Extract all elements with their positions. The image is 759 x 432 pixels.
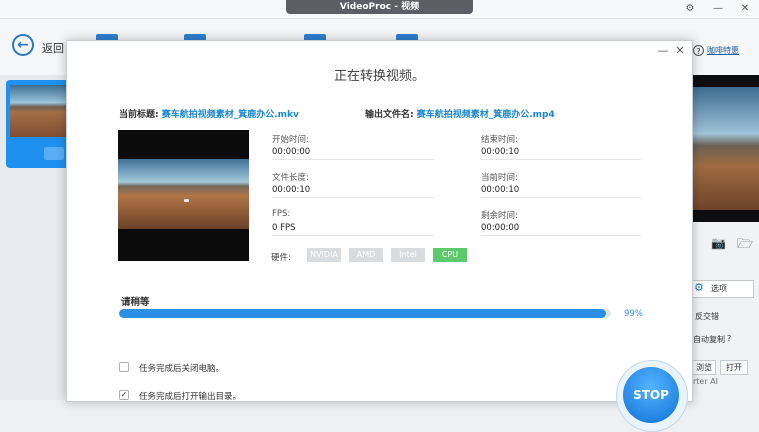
hardware-cpu-chip: CPU [433,248,467,262]
stop-button[interactable]: STOP [623,367,679,423]
progress-fill [119,309,607,318]
shutdown-label[interactable]: 任务完成后关闭电脑。 [139,362,224,374]
output-file-name: 赛车航拍视频素材_箕鹿办公.mp4 [416,110,555,120]
source-file-name: 赛车航拍视频素材_箕鹿办公.mkv [161,110,299,120]
preview-video [692,75,759,222]
dialog-minimize-icon[interactable]: — [657,45,669,57]
remaining-time-label: 剩余时间: [481,211,518,221]
status-text: 请稍等 [121,297,150,308]
remaining-time-value: 00:00:00 [481,223,520,233]
promo-link[interactable]: 咖啡特惠 [707,45,739,56]
auto-copy-help-icon[interactable]: ? [727,334,731,343]
options-gear-icon: ⚙ [694,281,704,294]
file-length-value: 00:00:10 [272,185,311,195]
back-arrow-icon[interactable]: ← [12,34,34,56]
video-list-thumbnail[interactable] [10,85,67,137]
footer-text: rter AI [693,377,719,386]
browse-button[interactable]: 浏览 [692,360,716,375]
dialog-close-icon[interactable]: ✕ [674,45,686,57]
help-question-icon[interactable]: ? [693,45,704,56]
source-title: 当前标题: 赛车航拍视频素材_箕鹿办公.mkv [119,107,299,120]
folder-open-icon[interactable]: 🗁 [737,235,753,257]
video-car [184,199,189,202]
start-time-label: 开始时间: [272,135,309,145]
hardware-label: 硬件: [271,253,291,263]
dialog-title: 正在转换视频。 [333,69,425,84]
progress-percent: 99% [624,309,643,319]
divider [272,197,434,198]
file-length-label: 文件长度: [272,173,309,183]
current-time-value: 00:00:10 [481,185,520,195]
auto-copy-label[interactable]: 自动复制 [693,334,725,345]
progress-bar [119,309,611,318]
minimize-icon[interactable]: — [711,2,725,15]
hardware-amd-chip: AMD [349,248,383,262]
divider [272,159,434,160]
fps-label: FPS: [272,209,291,219]
close-icon[interactable]: ✕ [738,2,752,15]
end-time-value: 00:00:10 [481,147,520,157]
current-time-label: 当前时间: [481,173,518,183]
divider [481,159,641,160]
open-folder-label[interactable]: 任务完成后打开输出目录。 [139,390,241,402]
fps-value: 0 FPS [272,223,296,233]
video-frame [118,159,249,229]
hardware-intel-chip: Intel [391,248,425,262]
open-folder-checkbox[interactable]: ✓ [119,390,129,400]
hardware-nvidia-chip: NVIDIA [307,248,341,262]
back-button[interactable]: 返回 [42,40,64,56]
conversion-dialog: — ✕ 正在转换视频。 当前标题: 赛车航拍视频素材_箕鹿办公.mkv 输出文件… [66,40,693,432]
shutdown-checkbox[interactable] [119,362,129,372]
output-title: 输出文件名: 赛车航拍视频素材_箕鹿办公.mp4 [365,107,555,120]
deinterlace-label[interactable]: 反交错 [695,311,719,322]
settings-gear-icon[interactable]: ⚙ [683,2,697,15]
video-list-item-tag [44,147,64,160]
divider [481,197,641,198]
divider [481,235,641,236]
source-title-label: 当前标题: [119,110,159,120]
end-time-label: 结束时间: [481,135,518,145]
divider [272,235,434,236]
open-button[interactable]: 打开 [720,360,748,375]
output-title-label: 输出文件名: [365,110,414,120]
start-time-value: 00:00:00 [272,147,311,157]
video-thumbnail [118,130,249,261]
camera-snapshot-icon[interactable]: 📷 [711,236,726,250]
title-bar: VideoProc - 视频 ⚙ — ✕ [0,0,759,19]
window-title: VideoProc - 视频 [286,0,473,14]
